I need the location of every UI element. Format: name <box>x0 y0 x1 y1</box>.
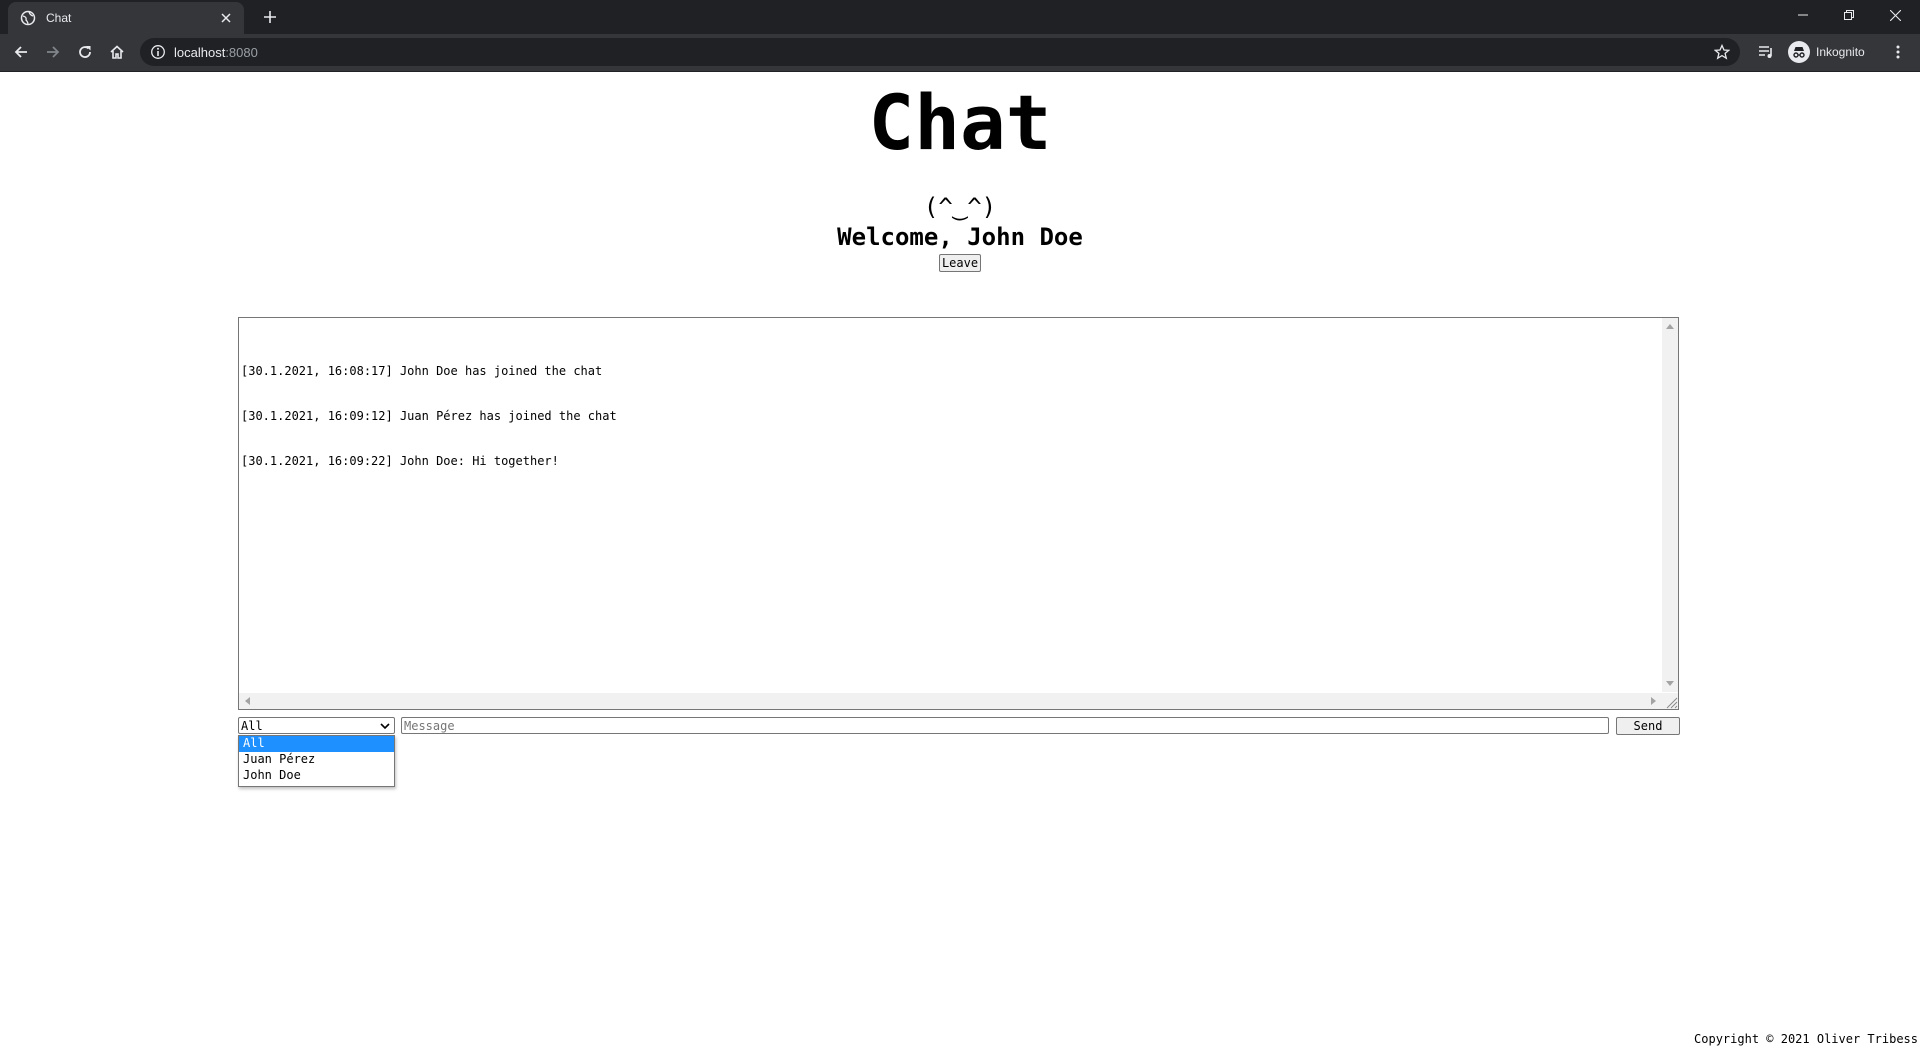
browser-tabstrip: Chat <box>0 0 1920 34</box>
back-arrow-icon[interactable] <box>9 40 33 64</box>
recipient-selected-value: All <box>241 718 263 733</box>
close-icon[interactable] <box>218 10 234 26</box>
incognito-icon <box>1788 41 1810 63</box>
recipient-option[interactable]: All <box>239 736 394 752</box>
chat-log-lines: [30.1.2021, 16:08:17] John Doe has joine… <box>241 334 617 499</box>
minimize-icon[interactable] <box>1780 0 1826 30</box>
send-button[interactable]: Send <box>1616 717 1680 735</box>
welcome-heading: Welcome, John Doe <box>837 223 1083 251</box>
incognito-label: Inkognito <box>1816 45 1865 59</box>
browser-tab[interactable]: Chat <box>8 2 244 34</box>
recipient-option[interactable]: Juan Pérez <box>239 752 394 768</box>
new-tab-plus-icon[interactable] <box>260 7 280 27</box>
chat-log-line: [30.1.2021, 16:09:22] John Doe: Hi toget… <box>241 454 559 468</box>
address-bar[interactable]: localhost:8080 <box>140 38 1740 66</box>
recipient-option[interactable]: John Doe <box>239 768 394 784</box>
menu-kebab-icon[interactable] <box>1886 40 1910 64</box>
emoticon: (^‿^) <box>923 193 997 221</box>
vertical-scrollbar[interactable] <box>1662 318 1678 692</box>
scroll-down-arrow-icon[interactable] <box>1666 681 1674 686</box>
scroll-right-arrow-icon[interactable] <box>1651 697 1656 705</box>
bookmark-star-icon[interactable] <box>1714 44 1730 60</box>
page-title: Chat <box>868 78 1052 167</box>
globe-icon <box>20 10 36 26</box>
chat-log-line: [30.1.2021, 16:08:17] John Doe has joine… <box>241 364 603 378</box>
tab-title: Chat <box>46 11 72 25</box>
recipient-select[interactable]: All <box>238 717 395 734</box>
chevron-down-icon <box>379 720 391 732</box>
media-queue-icon[interactable] <box>1754 40 1778 64</box>
page-content: Chat (^‿^) Welcome, John Doe Leave [30.1… <box>0 72 1920 1050</box>
chat-log-line: [30.1.2021, 16:09:12] Juan Pérez has joi… <box>241 409 617 423</box>
recipient-dropdown: All Juan Pérez John Doe <box>238 735 395 787</box>
browser-toolbar: localhost:8080 Inkognito <box>0 34 1920 72</box>
scroll-left-arrow-icon[interactable] <box>245 697 250 705</box>
info-icon[interactable] <box>150 44 166 60</box>
forward-arrow-icon[interactable] <box>41 40 65 64</box>
message-input[interactable] <box>401 717 1609 734</box>
restore-icon[interactable] <box>1826 0 1872 30</box>
chat-log[interactable]: [30.1.2021, 16:08:17] John Doe has joine… <box>238 317 1679 710</box>
horizontal-scrollbar[interactable] <box>239 693 1662 709</box>
window-close-icon[interactable] <box>1872 0 1918 30</box>
home-icon[interactable] <box>105 40 129 64</box>
reload-icon[interactable] <box>73 40 97 64</box>
incognito-profile-button[interactable]: Inkognito <box>1786 38 1884 66</box>
copyright-footer: Copyright © 2021 Oliver Tribess <box>1694 1032 1918 1046</box>
url-text: localhost:8080 <box>174 44 258 60</box>
scroll-up-arrow-icon[interactable] <box>1666 324 1674 329</box>
leave-button[interactable]: Leave <box>939 254 981 272</box>
resize-grip-icon[interactable] <box>1662 693 1678 709</box>
